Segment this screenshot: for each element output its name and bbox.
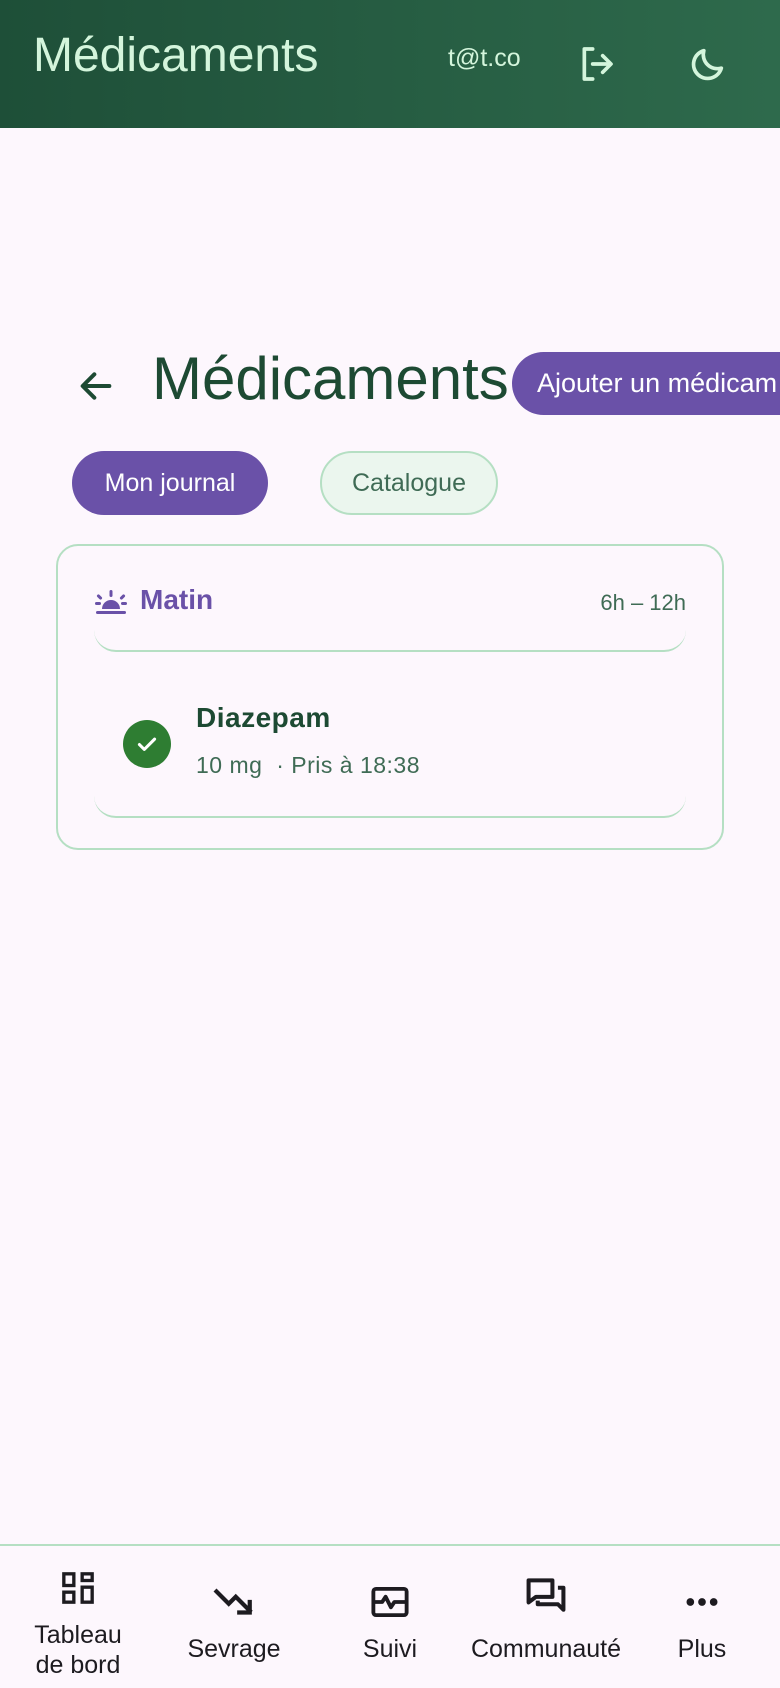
dashboard-icon	[56, 1566, 100, 1610]
bottom-navigation: Tableau de bord Sevrage Suivi Communauté…	[0, 1544, 780, 1688]
nav-label-communaute: Communauté	[470, 1635, 622, 1663]
back-button[interactable]	[70, 360, 122, 412]
user-email: t@t.co	[448, 44, 521, 72]
nav-item-plus[interactable]: Plus	[624, 1546, 780, 1688]
taken-check-icon[interactable]	[123, 720, 171, 768]
nav-label-tableau-de-bord: Tableau de bord	[0, 1620, 156, 1680]
nav-label-line1: Tableau	[34, 1621, 122, 1649]
tab-mon-journal[interactable]: Mon journal	[72, 451, 268, 515]
trending-down-icon	[212, 1580, 256, 1624]
period-header: Matin 6h – 12h	[94, 546, 686, 652]
theme-toggle-button[interactable]	[682, 38, 734, 90]
arrow-back-icon	[80, 372, 112, 400]
monitor-heart-icon	[368, 1580, 412, 1624]
nav-label-line2: de bord	[35, 1651, 121, 1679]
more-horiz-icon	[680, 1580, 724, 1624]
add-medication-button[interactable]: Ajouter un médicam	[512, 352, 780, 415]
nav-item-tableau-de-bord[interactable]: Tableau de bord	[0, 1546, 156, 1688]
moon-icon	[691, 48, 724, 81]
medication-dose: 10 mg	[196, 752, 263, 778]
period-name: Matin	[140, 584, 214, 615]
medication-status: · Pris à 18:38	[276, 752, 421, 778]
journal-card: Matin 6h – 12h Diazepam 10 mg · Pris à 1…	[56, 544, 724, 850]
nav-item-sevrage[interactable]: Sevrage	[156, 1546, 312, 1688]
nav-label-sevrage: Sevrage	[187, 1635, 281, 1663]
period-time-range: 6h – 12h	[600, 590, 686, 615]
nav-item-suivi[interactable]: Suivi	[312, 1546, 468, 1688]
page-header: Médicaments Ajouter un médicam	[0, 340, 780, 430]
medication-entry[interactable]: Diazepam 10 mg · Pris à 18:38	[94, 654, 686, 818]
app-bar-title: Médicaments	[33, 29, 319, 82]
tab-bar: Mon journal Catalogue	[0, 451, 780, 517]
sunrise-icon	[95, 590, 127, 614]
medication-name: Diazepam	[196, 702, 331, 733]
nav-label-plus: Plus	[677, 1635, 727, 1663]
app-bar: Médicaments t@t.co	[0, 0, 780, 128]
nav-label-suivi: Suivi	[362, 1635, 418, 1663]
forum-icon	[524, 1574, 568, 1618]
medication-details: 10 mg · Pris à 18:38	[196, 752, 420, 779]
logout-button[interactable]	[570, 38, 622, 90]
nav-item-communaute[interactable]: Communauté	[468, 1546, 624, 1688]
logout-icon	[582, 47, 613, 81]
page-title: Médicaments	[152, 345, 509, 412]
tab-catalogue[interactable]: Catalogue	[320, 451, 498, 515]
